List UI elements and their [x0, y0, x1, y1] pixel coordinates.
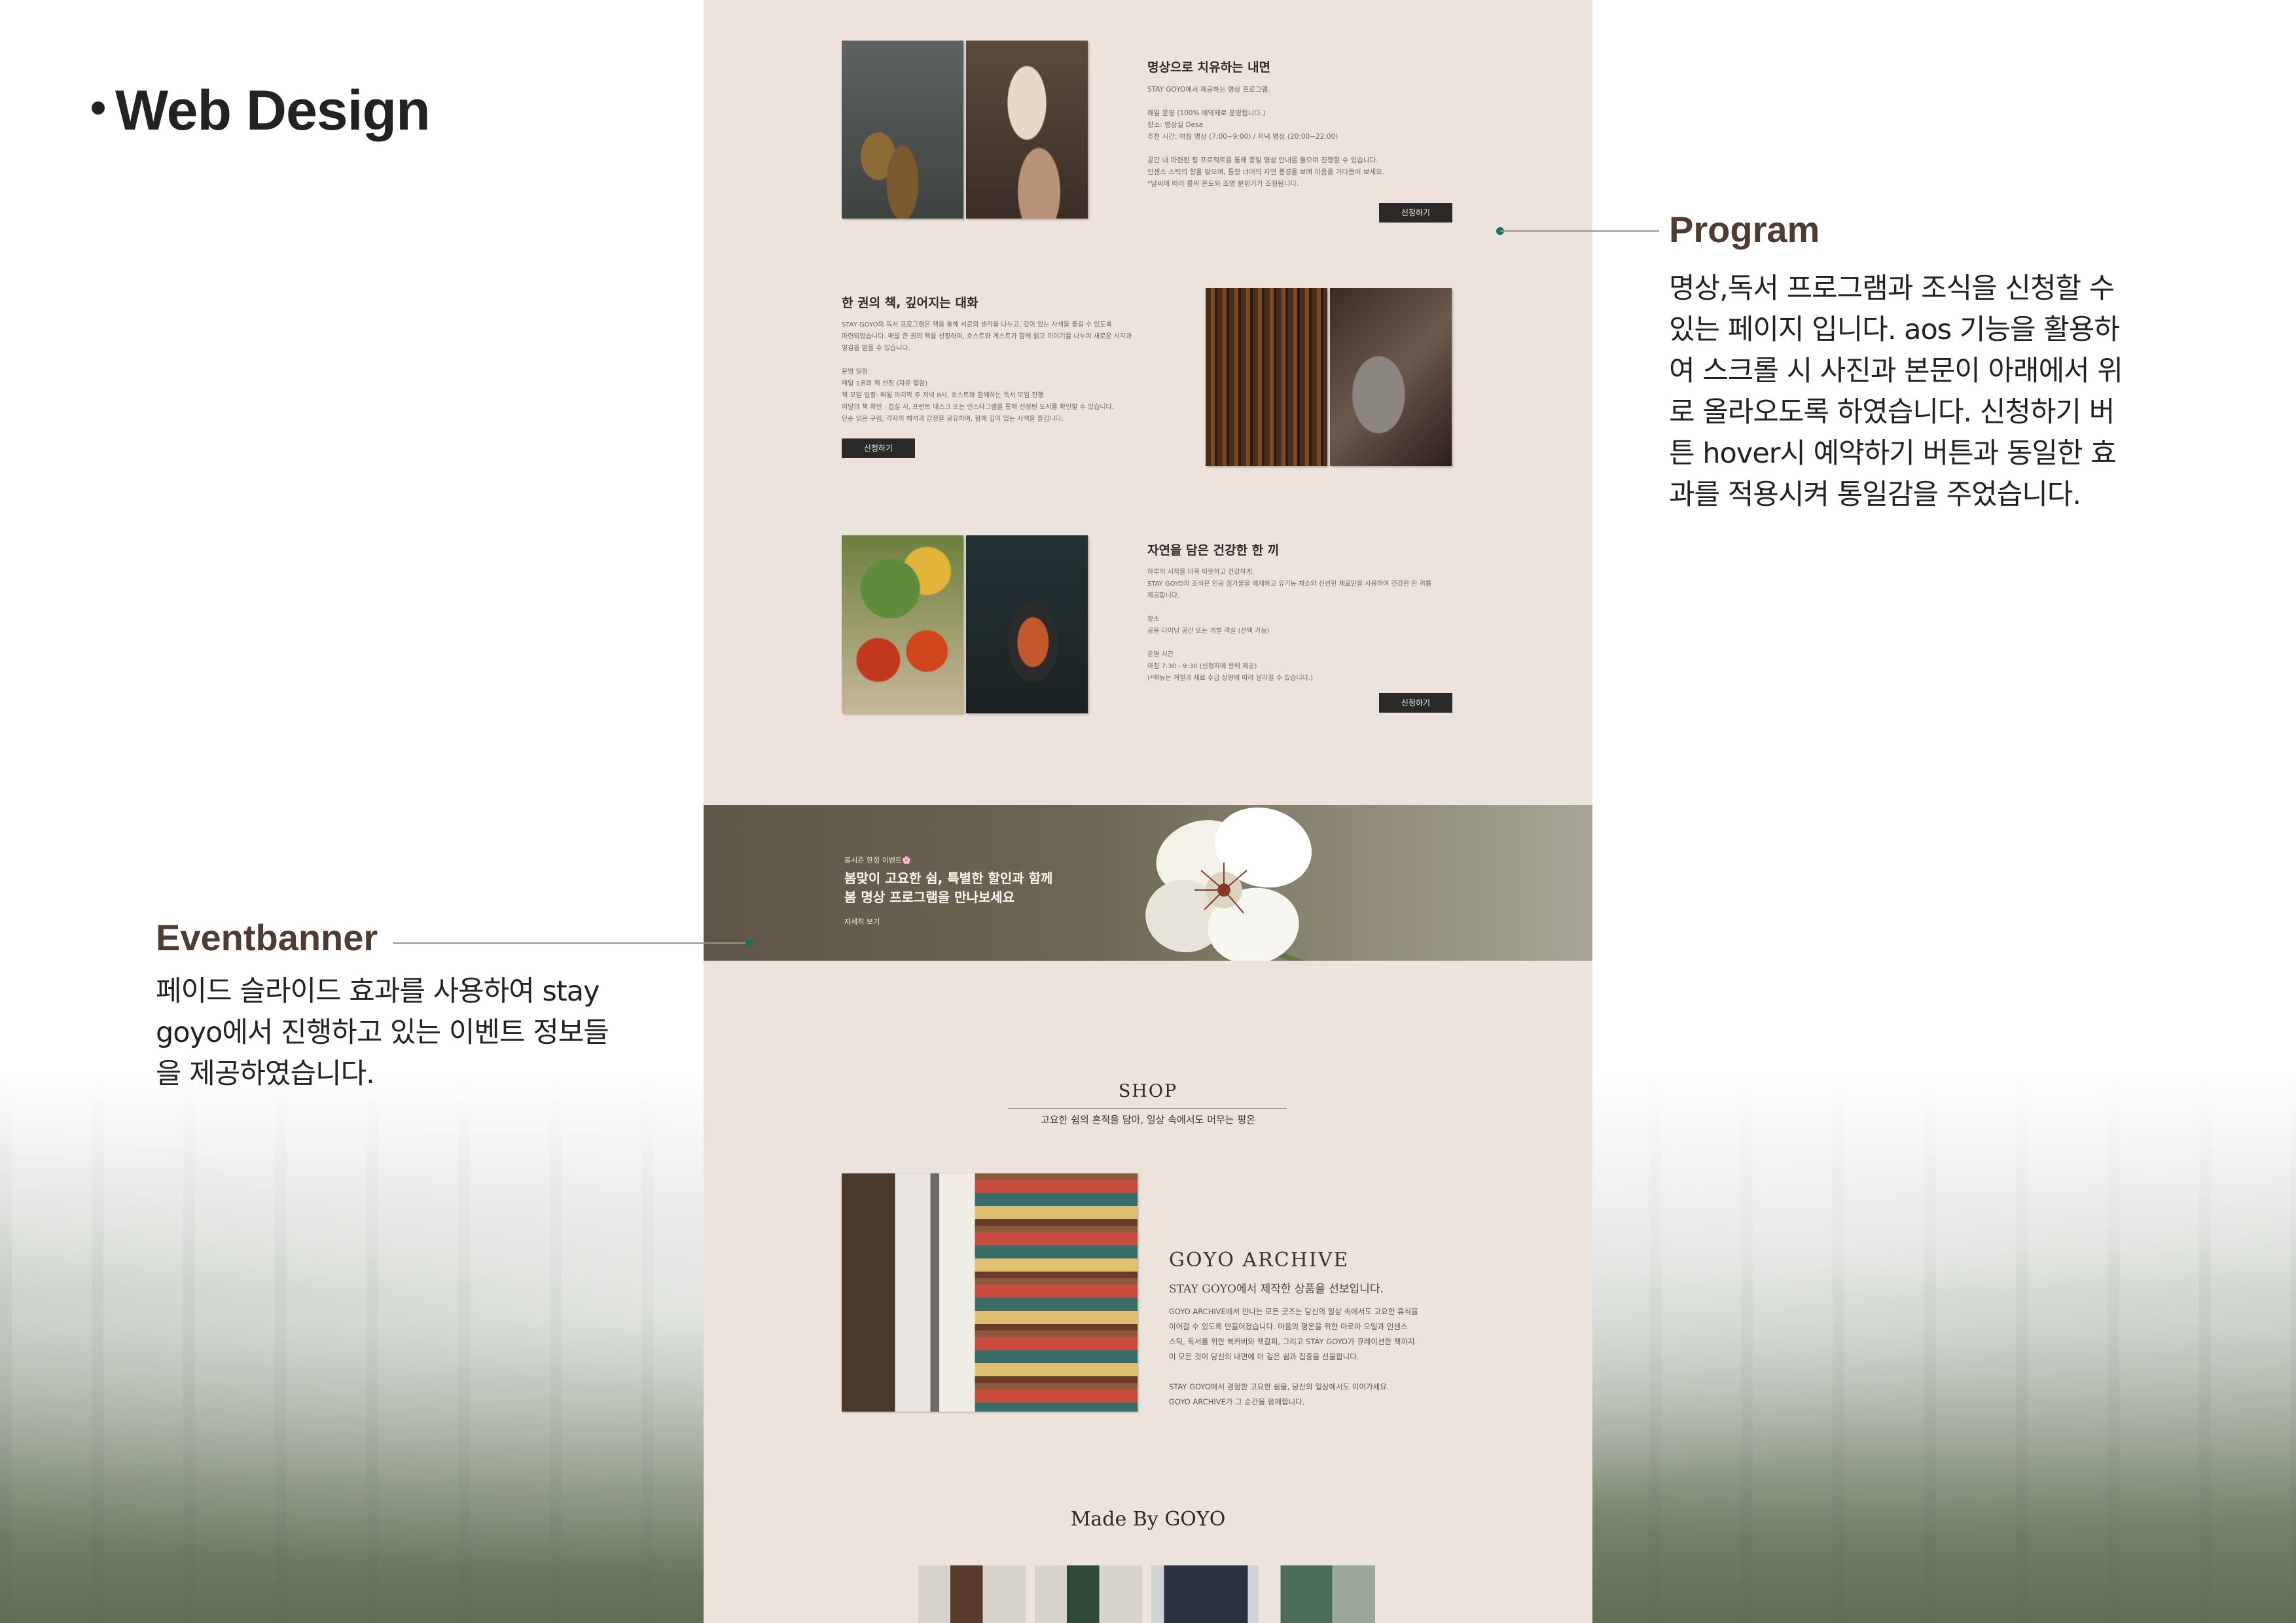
- eventbanner-leader-line: [393, 942, 749, 944]
- section-heading: Web Design: [92, 79, 431, 143]
- archive-title: GOYO ARCHIVE: [1169, 1249, 1350, 1272]
- apply-button[interactable]: 신청하기: [1379, 203, 1452, 223]
- program-annotation-body: 명상,독서 프로그램과 조식을 신청할 수 있는 페이지 입니다. aos 기능…: [1669, 272, 2123, 511]
- meditation-photos: [842, 41, 1088, 219]
- program-body: 하루의 시작을 더욱 따뜻하고 건강하게. STAY GOYO의 조식은 인공 …: [1147, 569, 1432, 682]
- product-card[interactable]: [1151, 1565, 1259, 1623]
- cherry-blossom-icon: [1145, 807, 1312, 961]
- product-card[interactable]: [1035, 1565, 1142, 1623]
- eventbanner-annotation-title: Eventbanner: [156, 917, 378, 958]
- vegetables-photo: [842, 535, 963, 713]
- eventbanner-annotation-body: 페이드 슬라이드 효과를 사용하여 stay goyo에서 진행하고 있는 이벤…: [156, 975, 609, 1090]
- singing-bowl-photo: [842, 41, 963, 219]
- apply-button[interactable]: 신청하기: [842, 438, 915, 458]
- program-body: STAY GOYO의 독서 프로그램은 책을 통해 서로의 생각을 나누고, 깊…: [842, 321, 1132, 423]
- apply-button[interactable]: 신청하기: [1379, 693, 1452, 713]
- shop-subtitle: 고요한 쉼의 흔적을 담아, 일상 속에서도 머무는 평온: [1041, 1114, 1255, 1126]
- library-photo: [1206, 288, 1327, 466]
- program-title: 한 권의 책, 깊어지는 대화: [842, 296, 978, 310]
- reading-photo: [1330, 288, 1452, 466]
- product-card[interactable]: [918, 1565, 1026, 1623]
- website-page: 명상으로 치유하는 내면 STAY GOYO에서 제공하는 명상 프로그램. 매…: [704, 0, 1592, 1623]
- archive-subtitle: STAY GOYO에서 제작한 상품을 선보입니다.: [1169, 1283, 1384, 1296]
- product-card[interactable]: [1268, 1565, 1375, 1623]
- eventbanner-marker-dot: [745, 939, 753, 947]
- banner-more-link[interactable]: 자세히 보기: [844, 916, 880, 927]
- meditation-pose-photo: [966, 41, 1088, 219]
- dish-photo: [966, 535, 1088, 713]
- made-by-title: Made By GOYO: [1070, 1508, 1226, 1531]
- program-annotation-title: Program: [1669, 209, 1820, 250]
- bullet-icon: [92, 101, 105, 115]
- food-photos: [842, 535, 1088, 713]
- shop-divider: [1008, 1108, 1287, 1109]
- program-leader-line: [1500, 230, 1659, 232]
- shop-title: SHOP: [1118, 1081, 1178, 1101]
- book-photos: [1206, 288, 1452, 466]
- program-body: STAY GOYO에서 제공하는 명상 프로그램. 매일 운영 (100% 예약…: [1147, 86, 1385, 188]
- archive-store-photo: [842, 1173, 1138, 1412]
- section-heading-text: Web Design: [115, 79, 431, 142]
- program-title: 자연을 담은 건강한 한 끼: [1147, 543, 1280, 558]
- program-title: 명상으로 치유하는 내면: [1147, 60, 1271, 75]
- banner-eyebrow: 봄시즌 한정 이벤트🌸: [844, 856, 911, 865]
- event-banner[interactable]: 봄시즌 한정 이벤트🌸 봄맞이 고요한 쉼, 특별한 할인과 함께 봄 명상 프…: [704, 805, 1592, 961]
- banner-title: 봄맞이 고요한 쉼, 특별한 할인과 함께 봄 명상 프로그램을 만나보세요: [844, 870, 1053, 905]
- archive-body: GOYO ARCHIVE에서 만나는 모든 굿즈는 당신의 일상 속에서도 고요…: [1169, 1307, 1418, 1406]
